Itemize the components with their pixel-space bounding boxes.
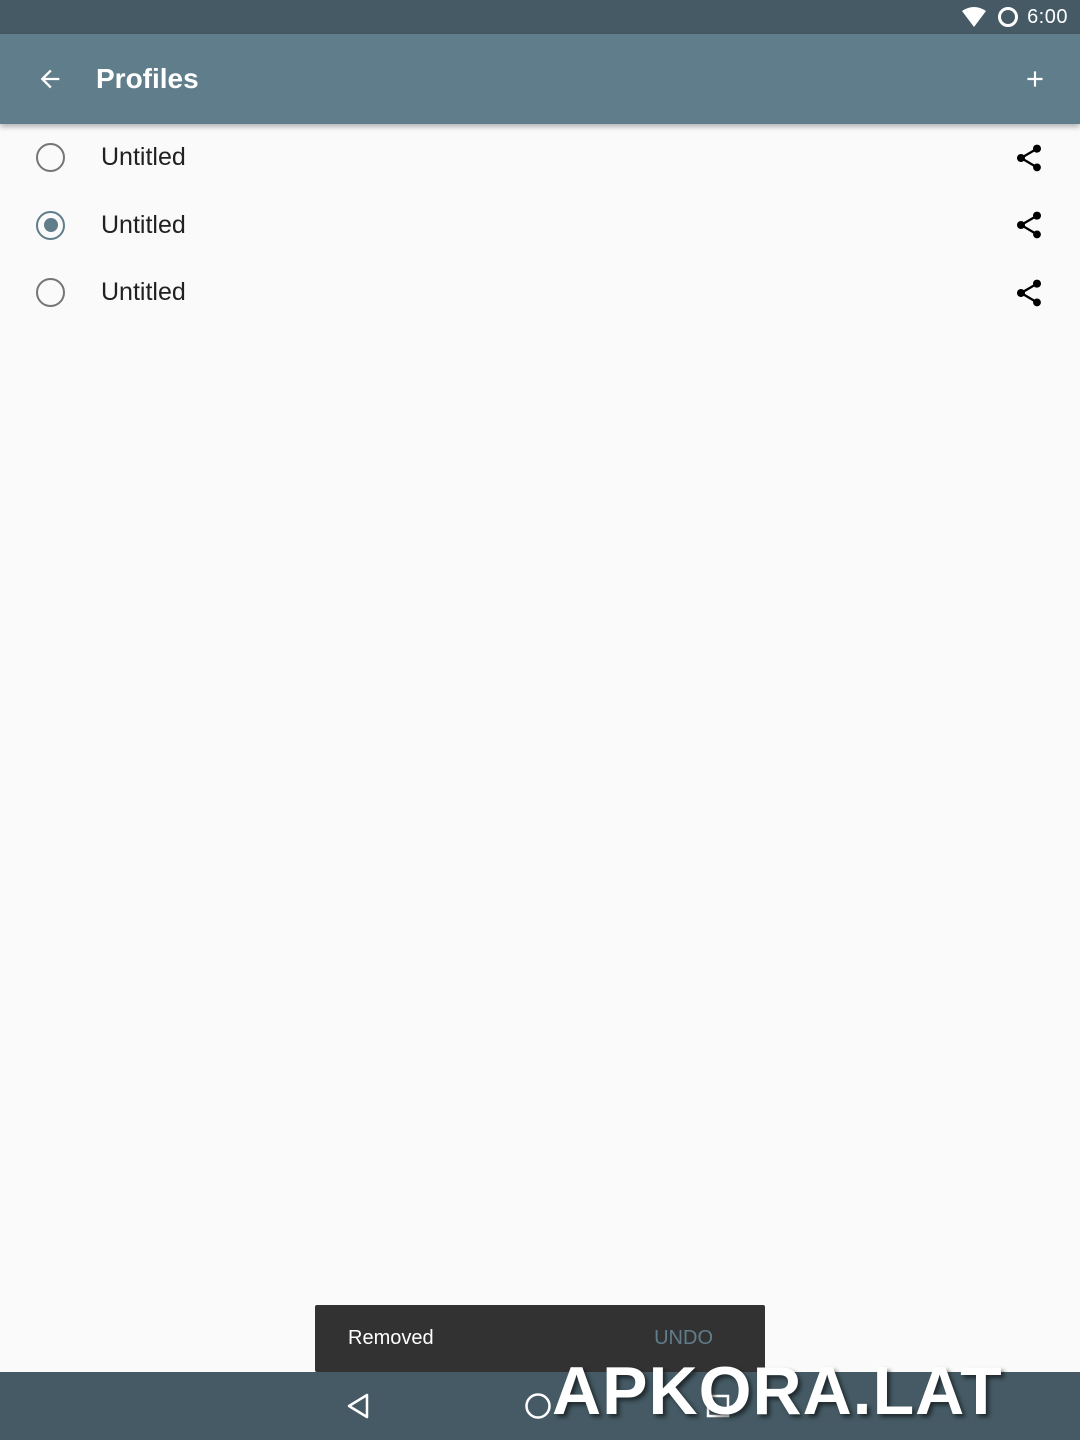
nav-home-button[interactable] xyxy=(522,1390,554,1422)
nav-back-button[interactable] xyxy=(342,1390,374,1422)
profile-row[interactable]: Untitled xyxy=(0,124,1080,192)
profile-label: Untitled xyxy=(101,278,186,307)
share-button[interactable] xyxy=(1012,141,1046,175)
share-icon xyxy=(1017,279,1041,306)
snackbar-message: Removed xyxy=(348,1327,434,1349)
status-time: 6:00 xyxy=(1027,5,1068,28)
page-title: Profiles xyxy=(96,63,199,94)
arrow-back-icon xyxy=(40,69,60,89)
plus-icon xyxy=(1027,71,1043,87)
back-button[interactable] xyxy=(30,59,70,99)
nav-back-icon xyxy=(347,1393,369,1419)
profile-label: Untitled xyxy=(101,210,186,239)
profile-radio[interactable] xyxy=(36,210,65,240)
watermark: APKORA.LAT xyxy=(552,1353,1003,1429)
profile-row[interactable]: Untitled xyxy=(0,259,1080,327)
profile-row[interactable]: Untitled xyxy=(0,192,1080,260)
profile-radio[interactable] xyxy=(36,278,65,308)
share-button[interactable] xyxy=(1012,208,1046,242)
profile-label: Untitled xyxy=(101,143,186,172)
share-button[interactable] xyxy=(1012,276,1046,310)
circle-status-icon xyxy=(998,7,1019,27)
profile-radio[interactable] xyxy=(36,143,65,173)
share-icon xyxy=(1017,211,1041,239)
profile-list: Untitled Untitled Untitled xyxy=(0,124,1080,327)
undo-button[interactable]: UNDO xyxy=(654,1327,713,1350)
status-bar: 6:00 xyxy=(0,0,1080,34)
add-profile-button[interactable] xyxy=(1015,59,1055,99)
app-bar: Profiles xyxy=(0,34,1080,124)
share-icon xyxy=(1017,144,1041,171)
nav-home-icon xyxy=(525,1393,551,1419)
wifi-icon xyxy=(962,7,987,27)
